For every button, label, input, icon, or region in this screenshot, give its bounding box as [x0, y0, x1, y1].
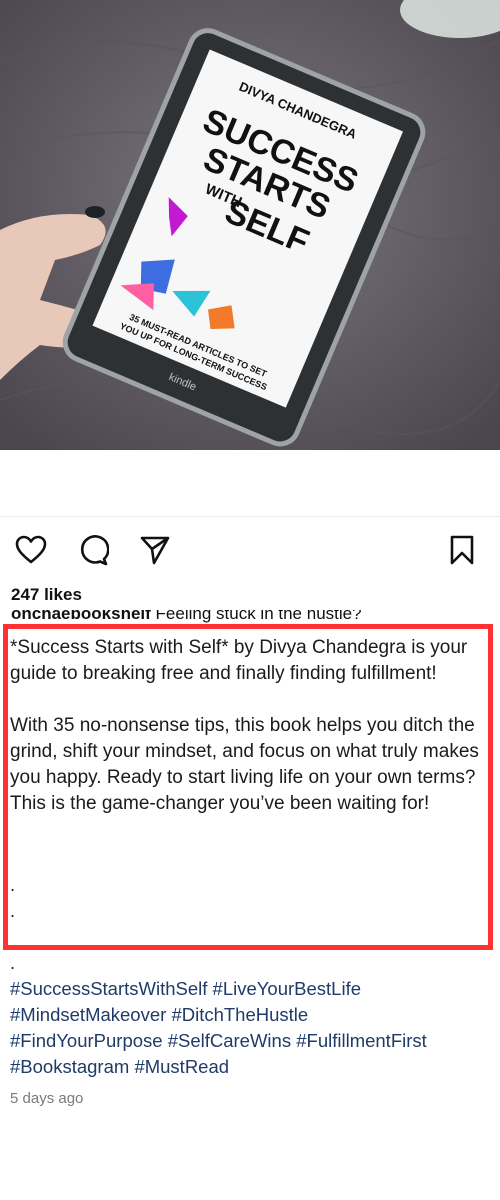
hashtag-link[interactable]: #SuccessStartsWithSelf: [10, 978, 207, 999]
caption-dot: .: [10, 953, 16, 973]
hashtag-link[interactable]: #MindsetMakeover: [10, 1004, 166, 1025]
action-bar: [0, 530, 500, 572]
caption-dot: .: [10, 901, 16, 921]
hashtag-link[interactable]: #Bookstagram: [10, 1056, 129, 1077]
hashtag-link[interactable]: #SelfCareWins: [168, 1030, 291, 1051]
caption-first-line-cut: onchaebookshelf Feeling stuck in the hus…: [11, 610, 491, 624]
hashtag-link[interactable]: #DitchTheHustle: [171, 1004, 308, 1025]
caption-text: *Success Starts with Self* by Divya Chan…: [10, 635, 492, 817]
comment-bubble-icon[interactable]: [73, 530, 113, 570]
hashtag-link[interactable]: #MustRead: [134, 1056, 229, 1077]
bookmark-icon[interactable]: [442, 530, 482, 570]
post-timestamp: 5 days ago: [10, 1090, 84, 1107]
caption-dot: .: [10, 875, 16, 895]
caption-paragraph-1: *Success Starts with Self* by Divya Chan…: [10, 637, 468, 684]
heart-icon[interactable]: [11, 530, 51, 570]
caption-opening: Feeling stuck in the hustle?: [155, 610, 362, 623]
post-photo[interactable]: DIVYA CHANDEGRA SUCCESS STARTS WITH SELF…: [0, 0, 500, 450]
paper-plane-icon[interactable]: [135, 530, 175, 570]
caption-paragraph-2: With 35 no-nonsense tips, this book help…: [10, 715, 479, 814]
hashtag-link[interactable]: #FulfillmentFirst: [296, 1030, 427, 1051]
caption-username[interactable]: onchaebookshelf: [11, 610, 151, 623]
hashtag-link[interactable]: #FindYourPurpose: [10, 1030, 163, 1051]
divider: [0, 516, 500, 517]
likes-count[interactable]: 247 likes: [11, 585, 82, 605]
hashtag-list: #SuccessStartsWithSelf #LiveYourBestLife…: [10, 976, 490, 1080]
hashtag-link[interactable]: #LiveYourBestLife: [213, 978, 361, 999]
